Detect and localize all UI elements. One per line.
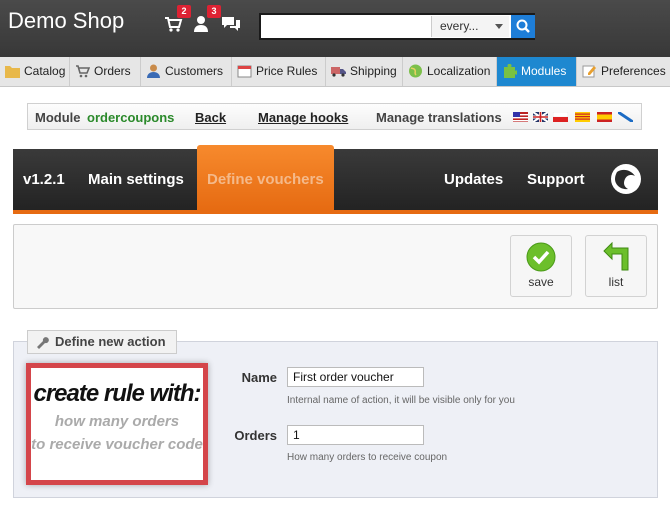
nav-updates[interactable]: Updates [444, 171, 503, 188]
messages-icon[interactable] [221, 14, 241, 34]
tab-preferences[interactable]: Preferences [577, 57, 670, 86]
name-input[interactable] [287, 367, 424, 387]
list-button[interactable]: list [585, 235, 647, 297]
search-box: every... [259, 13, 535, 40]
back-link[interactable]: Back [195, 110, 226, 125]
orders-label: Orders [234, 428, 277, 443]
search-scope-select[interactable]: every... [431, 16, 509, 37]
promo-line-2: to receive voucher code [31, 436, 203, 453]
tab-orders[interactable]: Orders [70, 57, 141, 86]
checkmark-icon [526, 242, 556, 272]
wrench-icon [37, 337, 49, 349]
module-bar: Module ordercoupons Back Manage hooks Ma… [27, 103, 642, 130]
save-button[interactable]: save [510, 235, 572, 297]
globe-icon [409, 64, 422, 78]
promo-title: create rule with: [33, 380, 201, 407]
top-header: Demo Shop 2 3 every... [0, 0, 670, 57]
brand-logo-icon [611, 164, 641, 194]
nav-main-settings[interactable]: Main settings [88, 171, 184, 188]
puzzle-icon [504, 64, 517, 78]
name-label: Name [241, 370, 277, 385]
flag-ca-icon[interactable] [575, 112, 590, 122]
nav-support[interactable]: Support [527, 171, 585, 188]
manage-translations-label: Manage translations [376, 110, 502, 125]
orders-help: How many orders to receive coupon [287, 452, 448, 463]
module-label: Module [35, 110, 81, 125]
manage-hooks-link[interactable]: Manage hooks [258, 110, 348, 125]
flag-pl-icon[interactable] [553, 112, 568, 122]
version-label: v1.2.1 [23, 171, 65, 188]
orders-input[interactable] [287, 425, 424, 445]
search-button[interactable] [511, 15, 535, 38]
edit-icon [582, 65, 596, 78]
cart-badge: 2 [177, 5, 191, 18]
cart-icon [76, 65, 90, 78]
promo-line-1: how many orders [54, 413, 180, 430]
tab-modules[interactable]: Modules [497, 57, 577, 86]
user-icon [147, 64, 160, 78]
panel-legend: Define new action [27, 330, 177, 354]
flag-uk-icon[interactable] [533, 112, 548, 122]
tab-catalog[interactable]: Catalog [0, 57, 70, 86]
flag-us-icon[interactable] [513, 112, 528, 122]
calendar-icon [237, 65, 252, 78]
search-scope-value: every... [440, 19, 479, 33]
main-tabs: Catalog Orders Customers Price Rules Shi… [0, 57, 670, 87]
module-nav: v1.2.1 Main settings Updates Support [13, 149, 658, 210]
tab-localization[interactable]: Localization [403, 57, 497, 86]
chevron-down-icon [495, 24, 503, 29]
search-icon [516, 19, 530, 33]
action-toolbar: save list [13, 224, 658, 309]
nav-underline [13, 210, 658, 214]
folder-icon [5, 66, 20, 78]
flag-other-icon[interactable] [618, 112, 633, 122]
tab-shipping[interactable]: Shipping [326, 57, 403, 86]
name-help: Internal name of action, it will be visi… [287, 395, 515, 406]
truck-icon [331, 67, 346, 77]
customers-badge: 3 [207, 5, 221, 18]
tab-customers[interactable]: Customers [141, 57, 232, 86]
nav-define-vouchers[interactable]: Define vouchers [197, 145, 334, 210]
search-input[interactable] [263, 17, 433, 38]
flag-es-icon[interactable] [597, 112, 612, 122]
tab-price-rules[interactable]: Price Rules [232, 57, 326, 86]
back-arrow-icon [603, 242, 629, 271]
module-name: ordercoupons [87, 110, 175, 125]
shop-logo[interactable]: Demo Shop [8, 8, 124, 34]
promo-callout: create rule with: how many orders to rec… [26, 363, 208, 485]
